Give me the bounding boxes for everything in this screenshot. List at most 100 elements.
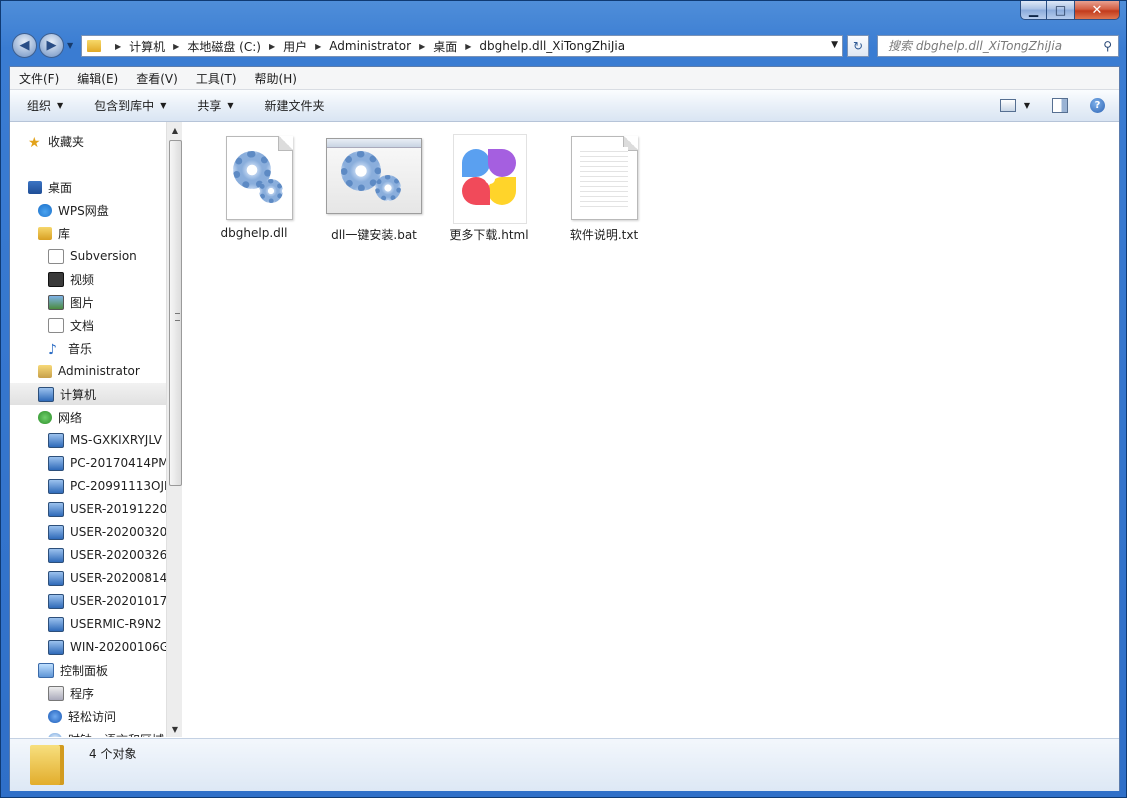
address-dropdown-icon[interactable]: ▼ [831, 40, 838, 50]
chevron-right-icon[interactable]: ▶ [419, 42, 425, 51]
command-bar: 组织 ▼ 包含到库中 ▼ 共享 ▼ 新建文件夹 ▼ ? [10, 90, 1119, 122]
include-in-library-button[interactable]: 包含到库中 ▼ [77, 97, 180, 114]
breadcrumb-users[interactable]: 用户 [283, 38, 307, 55]
sidebar-item[interactable]: 图片 [10, 291, 166, 313]
address-bar[interactable]: ▶ 计算机 ▶ 本地磁盘 (C:) ▶ 用户 ▶ Administrator ▶… [81, 35, 843, 57]
computer-icon [48, 455, 64, 471]
view-options-dropdown-icon[interactable]: ▼ [1024, 101, 1030, 110]
scrollbar-thumb[interactable] [169, 140, 182, 486]
breadcrumb-local-disk[interactable]: 本地磁盘 (C:) [187, 38, 261, 55]
sidebar-item[interactable]: 库 [10, 222, 166, 244]
sidebar-item[interactable]: 时钟、语言和区域 [10, 728, 166, 737]
preview-pane-icon[interactable] [1052, 98, 1068, 113]
chevron-right-icon[interactable]: ▶ [115, 42, 121, 51]
sidebar-item[interactable]: PC-20170414PM [10, 452, 166, 474]
chevron-right-icon[interactable]: ▶ [465, 42, 471, 51]
menu-view[interactable]: 查看(V) [127, 70, 187, 87]
sidebar-item-label: USER-20200814 [70, 571, 166, 585]
dll-gear-icon [198, 134, 310, 222]
breadcrumb-computer[interactable]: 计算机 [129, 38, 165, 55]
computer-icon [48, 639, 64, 655]
sidebar-item[interactable]: WPS网盘 [10, 199, 166, 221]
sidebar-item[interactable]: WIN-20200106G [10, 636, 166, 658]
sidebar-item-label: 程序 [70, 686, 95, 701]
caption-buttons: ▁ □ ✕ [1020, 1, 1120, 20]
search-input[interactable] [886, 38, 1095, 54]
music-icon: ♪ [48, 341, 57, 358]
close-button[interactable]: ✕ [1074, 1, 1120, 20]
chevron-down-icon: ▼ [57, 101, 64, 110]
chevron-right-icon[interactable]: ▶ [269, 42, 275, 51]
menu-help[interactable]: 帮助(H) [246, 70, 306, 87]
navigation-scrollbar[interactable]: ▲ ▼ [166, 122, 183, 737]
scroll-up-arrow-icon[interactable]: ▲ [167, 122, 183, 138]
refresh-button[interactable]: ↻ [847, 35, 869, 57]
sidebar-item[interactable]: 桌面 [10, 176, 166, 198]
bat-gear-icon [318, 134, 430, 222]
help-icon[interactable]: ? [1090, 98, 1105, 113]
sidebar-item[interactable]: USER-20200320 [10, 521, 166, 543]
sidebar-item-label: 图片 [70, 295, 95, 310]
breadcrumb-current-folder[interactable]: dbghelp.dll_XiTongZhiJia [479, 39, 625, 53]
minimize-button[interactable]: ▁ [1020, 1, 1047, 20]
breadcrumb-administrator[interactable]: Administrator [329, 39, 411, 53]
sidebar-item[interactable]: 网络 [10, 406, 166, 428]
file-item-dll[interactable]: dbghelp.dll [198, 134, 310, 240]
organize-button[interactable]: 组织 ▼ [10, 97, 77, 114]
sidebar-item[interactable]: ♪ 音乐 [10, 337, 166, 359]
recent-pages-dropdown[interactable]: ▼ [67, 41, 73, 50]
back-button[interactable]: ◀ [12, 33, 37, 58]
search-icon[interactable]: ⚲ [1103, 39, 1112, 53]
video-icon [48, 271, 64, 287]
sidebar-item[interactable]: USER-20191220I [10, 498, 166, 520]
scroll-down-arrow-icon[interactable]: ▼ [167, 721, 183, 737]
file-item-bat[interactable]: dll一键安装.bat [318, 134, 430, 243]
file-item-txt[interactable]: 软件说明.txt [548, 134, 660, 243]
chevron-right-icon[interactable]: ▶ [173, 42, 179, 51]
sidebar-item[interactable]: 视频 [10, 268, 166, 290]
sidebar-item[interactable]: 程序 [10, 682, 166, 704]
sidebar-item[interactable]: USER-20200326 [10, 544, 166, 566]
sidebar-item[interactable]: Subversion [10, 245, 166, 267]
programs-icon [48, 685, 64, 701]
sidebar-item-label: USERMIC-R9N2 [70, 617, 162, 631]
sidebar-item[interactable]: 轻松访问 [10, 705, 166, 727]
computer-icon [48, 432, 64, 448]
content-frame: 文件(F) 编辑(E) 查看(V) 工具(T) 帮助(H) 组织 ▼ 包含到库中 ▼… [9, 66, 1120, 791]
chevron-right-icon[interactable]: ▶ [315, 42, 321, 51]
computer-icon [48, 547, 64, 563]
new-folder-button[interactable]: 新建文件夹 [248, 97, 339, 114]
menu-tools[interactable]: 工具(T) [187, 70, 246, 87]
sidebar-item[interactable]: 控制面板 [10, 659, 166, 681]
sidebar-item-label: 网络 [58, 410, 83, 425]
maximize-button[interactable]: □ [1047, 1, 1074, 20]
file-name: 更多下载.html [449, 228, 529, 242]
search-box[interactable]: ⚲ [877, 35, 1119, 57]
sidebar-item[interactable]: ★ 收藏夹 [10, 130, 166, 152]
sidebar-item[interactable]: USER-20201017I [10, 590, 166, 612]
sidebar-item[interactable]: Administrator [10, 360, 166, 382]
sidebar-item[interactable]: PC-20991113OJI [10, 475, 166, 497]
sidebar-item-label: PC-20991113OJI [70, 479, 166, 493]
sidebar-item[interactable]: USERMIC-R9N2 [10, 613, 166, 635]
document-icon [48, 317, 64, 333]
breadcrumb-desktop[interactable]: 桌面 [433, 38, 457, 55]
forward-button[interactable]: ▶ [39, 33, 64, 58]
back-arrow-icon: ◀ [19, 38, 30, 53]
computer-icon [38, 386, 54, 402]
subversion-icon [48, 248, 64, 264]
ease-of-access-icon [48, 709, 62, 723]
sidebar-item[interactable]: 文档 [10, 314, 166, 336]
sidebar-item-label: 控制面板 [60, 663, 109, 678]
file-name: dbghelp.dll [220, 226, 288, 240]
change-view-icon[interactable] [999, 99, 1016, 112]
sidebar-item[interactable]: 计算机 [10, 383, 166, 405]
network-icon [38, 410, 52, 424]
sidebar-item[interactable]: USER-20200814 [10, 567, 166, 589]
menu-edit[interactable]: 编辑(E) [68, 70, 127, 87]
file-item-html[interactable]: 更多下载.html [433, 134, 545, 243]
new-folder-label: 新建文件夹 [264, 99, 325, 113]
sidebar-item[interactable]: MS-GXKIXRYJLV [10, 429, 166, 451]
menu-file[interactable]: 文件(F) [10, 70, 68, 87]
share-button[interactable]: 共享 ▼ [180, 97, 247, 114]
